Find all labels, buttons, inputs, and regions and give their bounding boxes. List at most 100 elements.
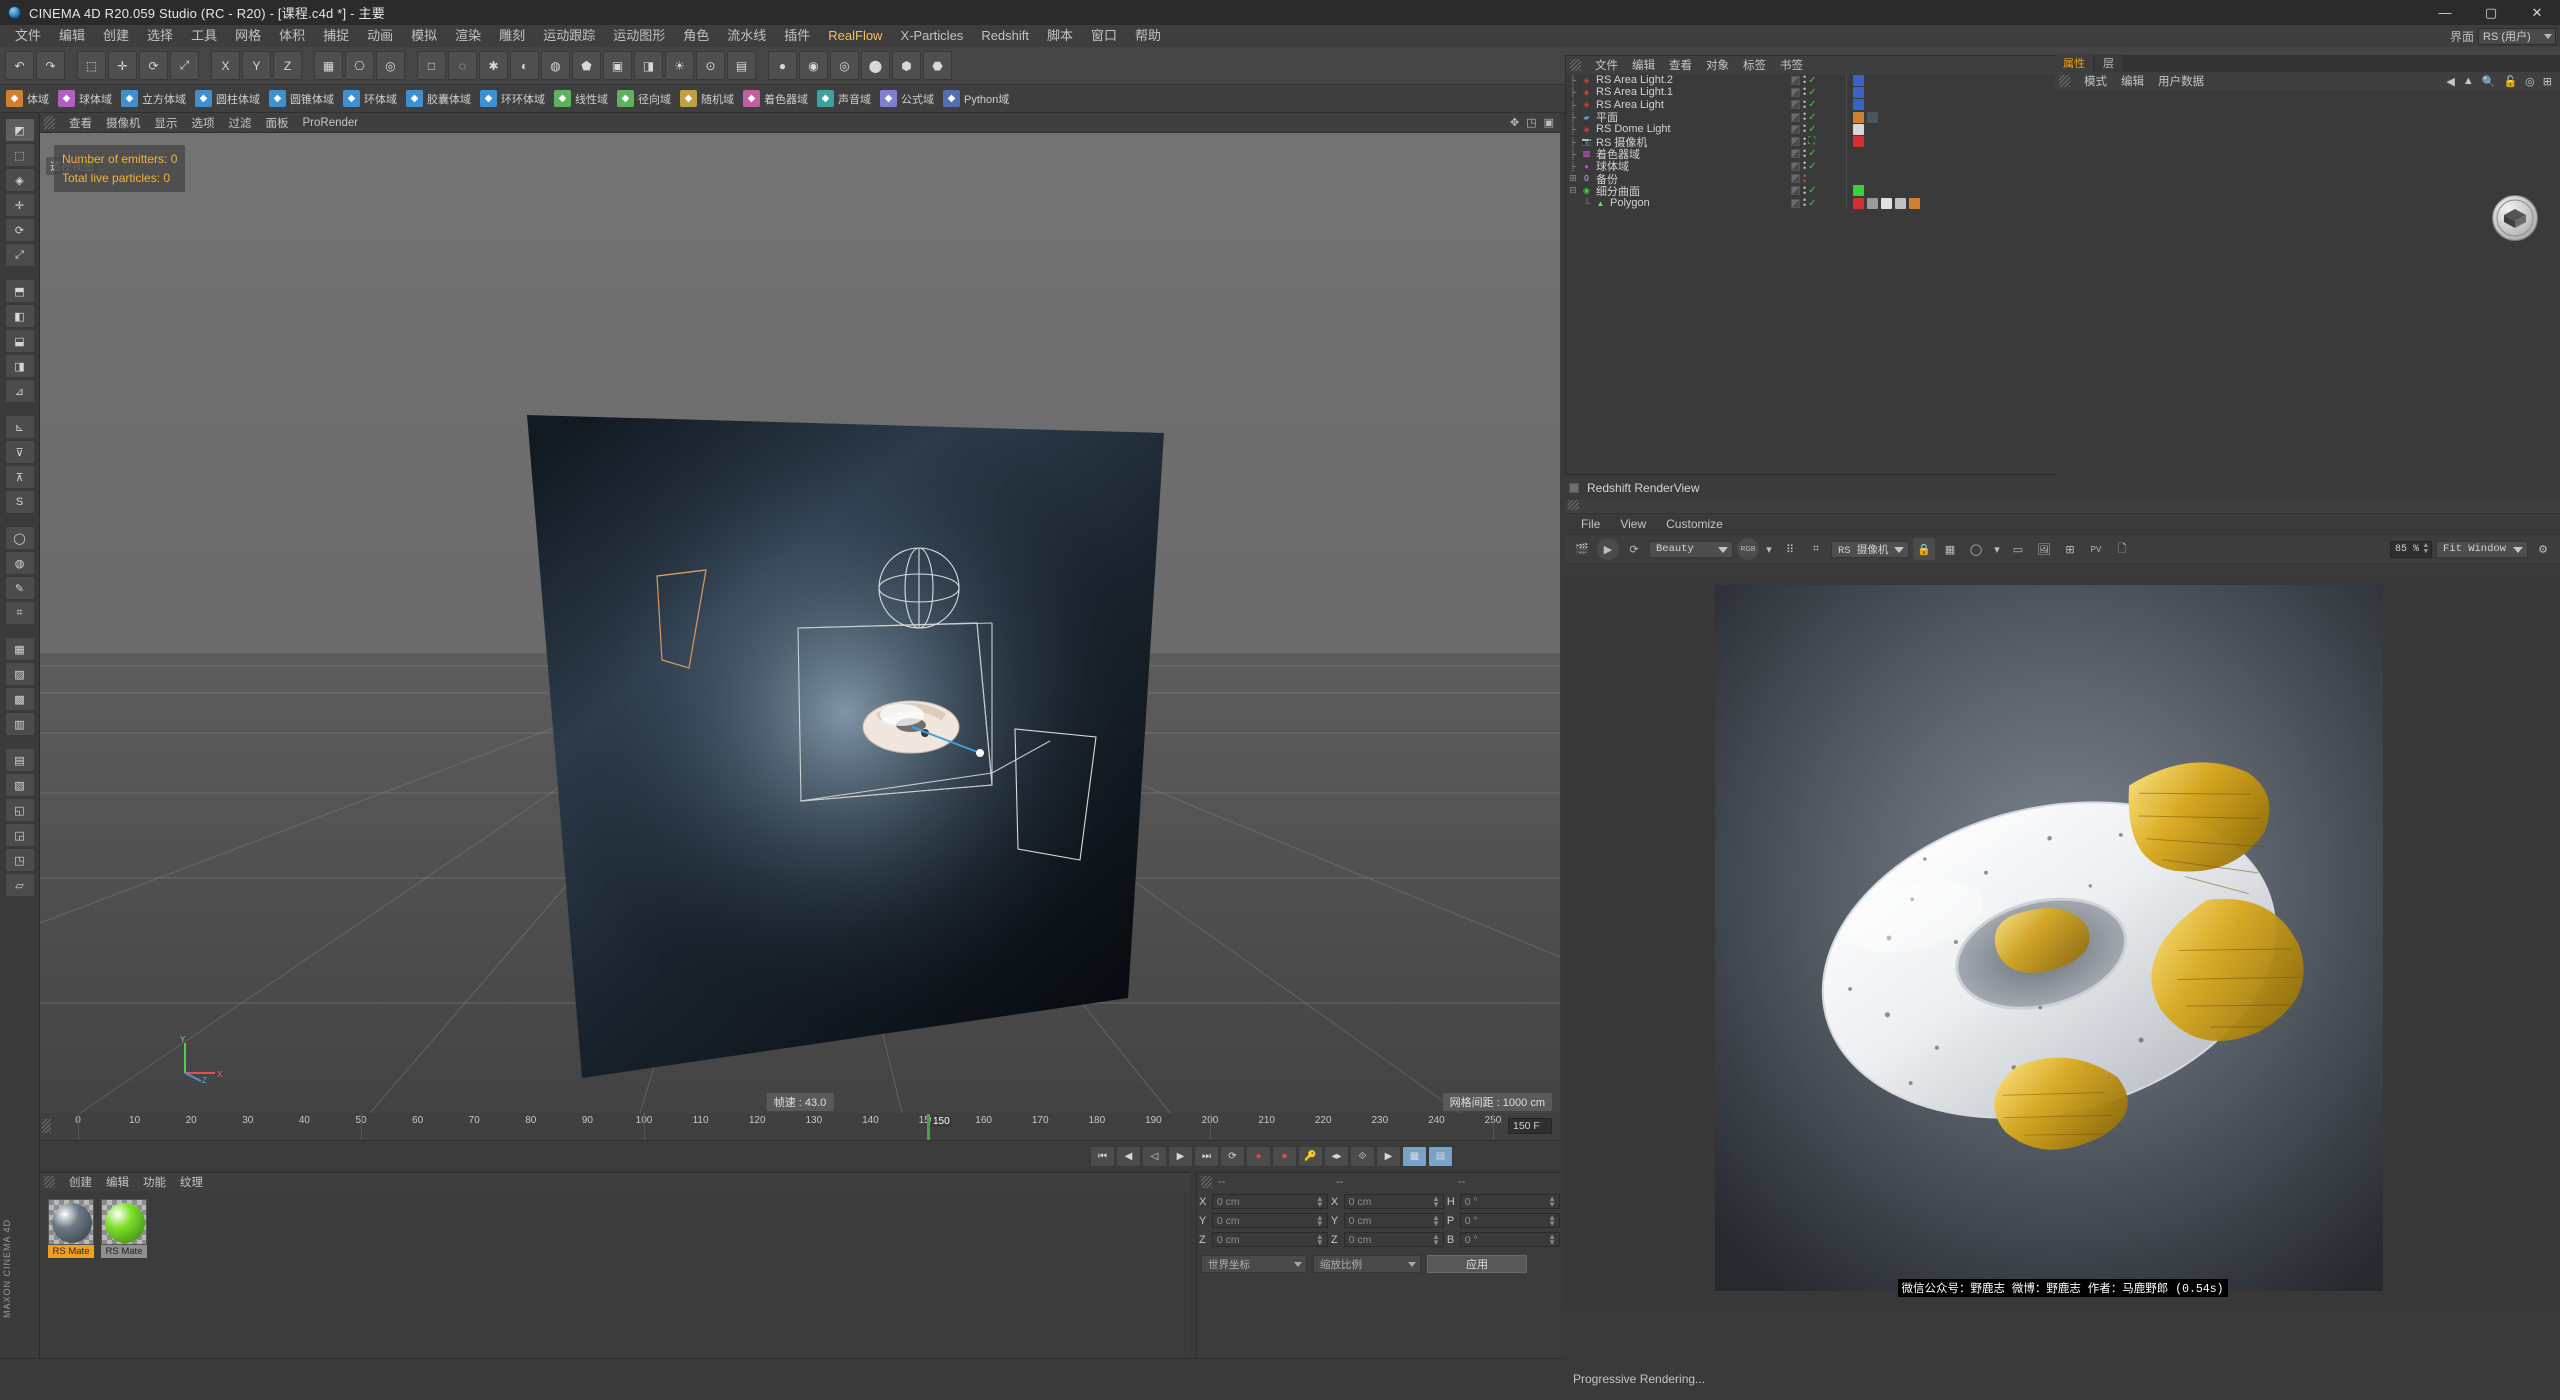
timeline-ruler[interactable]: 0102030405060708090100110120130140150160…: [40, 1113, 1560, 1141]
object-menu-4[interactable]: 标签: [1736, 57, 1773, 73]
tree-toggle-icon[interactable]: ├: [1566, 75, 1580, 85]
square-icon[interactable]: ▭: [2007, 538, 2029, 560]
transport-button-0[interactable]: ⏮: [1090, 1146, 1115, 1167]
transport-button-10[interactable]: ⟐: [1350, 1146, 1375, 1167]
tag-redmat-icon[interactable]: [1853, 198, 1864, 209]
coordinate-input[interactable]: 0 cm▲▼: [1212, 1213, 1328, 1228]
viewport-menu-显示[interactable]: 显示: [148, 115, 185, 131]
field-button-14[interactable]: ◆Python域: [943, 90, 1009, 107]
tool-button-25[interactable]: ◱: [5, 798, 35, 822]
tool-button-8[interactable]: ⬓: [5, 329, 35, 353]
enabled-check-icon[interactable]: ✓: [1808, 198, 1816, 209]
tool-button-20[interactable]: ▨: [5, 662, 35, 686]
attribute-menu-2[interactable]: 用户数据: [2151, 73, 2211, 89]
menu-item-网格[interactable]: 网格: [226, 25, 270, 47]
pv-icon[interactable]: PV: [2085, 538, 2107, 560]
camera-select[interactable]: RS 摄像机: [1831, 541, 1909, 558]
toolbar-button-4-6[interactable]: ▣: [603, 51, 632, 80]
toolbar-button-5-0[interactable]: ●: [768, 51, 797, 80]
transport-button-6[interactable]: ●: [1246, 1146, 1271, 1167]
play-icon[interactable]: ▶: [1597, 538, 1619, 560]
toolbar-button-0-0[interactable]: ↶: [5, 51, 34, 80]
panel-grip-icon[interactable]: [44, 1176, 55, 1188]
object-tags[interactable]: [1853, 112, 1878, 123]
menu-item-文件[interactable]: 文件: [6, 25, 50, 47]
spinner-icon[interactable]: ▲▼: [1316, 1215, 1324, 1227]
coordinate-input[interactable]: 0 °▲▼: [1460, 1232, 1560, 1247]
tool-button-12[interactable]: ⊽: [5, 440, 35, 464]
layer-swatch-icon[interactable]: [1791, 125, 1800, 134]
viewport-single-view-icon[interactable]: ◳: [1526, 116, 1536, 129]
coordinate-system-select[interactable]: 世界坐标: [1201, 1255, 1307, 1273]
tool-button-19[interactable]: ▦: [5, 637, 35, 661]
spinner-icon[interactable]: ▲▼: [1548, 1234, 1556, 1246]
material-grid[interactable]: RS MateRS Mate: [40, 1191, 1190, 1258]
layer-swatch-icon[interactable]: [1791, 162, 1800, 171]
panel-grip-icon[interactable]: [1570, 59, 1581, 71]
object-menu-5[interactable]: 书签: [1773, 57, 1810, 73]
enabled-check-icon[interactable]: ✓: [1808, 185, 1816, 196]
grid-icon[interactable]: ▦: [1939, 538, 1961, 560]
field-button-10[interactable]: ◆随机域: [680, 90, 734, 107]
transport-button-5[interactable]: ⟳: [1220, 1146, 1245, 1167]
tag-hair-icon[interactable]: [1867, 198, 1878, 209]
tag-checker-icon[interactable]: [1881, 198, 1892, 209]
object-tags[interactable]: [1853, 75, 1864, 86]
viewport-maximize-icon[interactable]: ▣: [1544, 116, 1554, 129]
menu-item-模拟[interactable]: 模拟: [402, 25, 446, 47]
menu-item-流水线[interactable]: 流水线: [718, 25, 775, 47]
target-icon[interactable]: ◎: [2525, 75, 2535, 88]
tag-target-icon[interactable]: [1853, 87, 1864, 98]
toolbar-button-5-5[interactable]: ⬣: [923, 51, 952, 80]
coordinate-input[interactable]: 0 °▲▼: [1460, 1213, 1560, 1228]
menu-item-窗口[interactable]: 窗口: [1082, 25, 1126, 47]
renderview-grip-strip[interactable]: [1565, 500, 2560, 514]
tree-toggle-icon[interactable]: ├: [1566, 149, 1580, 159]
renderview-canvas[interactable]: 微信公众号：野鹿志 微博：野鹿志 作者：马鹿野郎 (0.54s): [1565, 576, 2560, 1311]
field-button-8[interactable]: ◆线性域: [554, 90, 608, 107]
tool-button-10[interactable]: ⊿: [5, 379, 35, 403]
copy-icon[interactable]: 🗋: [2111, 538, 2133, 560]
field-button-4[interactable]: ◆圆锥体域: [269, 90, 334, 107]
tree-toggle-icon[interactable]: ⊞: [1566, 173, 1580, 184]
menu-item-编辑[interactable]: 编辑: [50, 25, 94, 47]
field-button-12[interactable]: ◆声音域: [817, 90, 871, 107]
material-thumbnail[interactable]: [101, 1199, 147, 1245]
menu-item-脚本[interactable]: 脚本: [1038, 25, 1082, 47]
tool-button-11[interactable]: ⊾: [5, 415, 35, 439]
back-icon[interactable]: ◀: [2446, 75, 2454, 88]
tool-button-6[interactable]: ⬒: [5, 279, 35, 303]
tool-button-14[interactable]: S: [5, 490, 35, 514]
coordinate-input[interactable]: 0 cm▲▼: [1212, 1232, 1328, 1247]
aov-select[interactable]: Beauty: [1649, 541, 1733, 558]
layer-swatch-icon[interactable]: [1791, 100, 1800, 109]
toolbar-button-4-2[interactable]: ✱: [479, 51, 508, 80]
field-button-5[interactable]: ◆环体域: [343, 90, 397, 107]
plus-icon[interactable]: ⊞: [2543, 75, 2552, 88]
tag-dome-icon[interactable]: [1853, 124, 1864, 135]
transport-button-7[interactable]: ⏺: [1272, 1146, 1297, 1167]
tree-toggle-icon[interactable]: ⊟: [1566, 185, 1580, 196]
visibility-dots-icon[interactable]: ••: [1803, 87, 1805, 97]
tag-rscam-icon[interactable]: [1853, 136, 1864, 147]
layer-swatch-icon[interactable]: [1791, 76, 1800, 85]
close-button[interactable]: ✕: [2514, 0, 2560, 25]
tag-sphere-icon[interactable]: [1867, 112, 1878, 123]
channel-dropdown-icon[interactable]: ▾: [1763, 538, 1775, 560]
spinner-icon[interactable]: ▲▼: [1432, 1215, 1440, 1227]
spinner-icon[interactable]: ▲▼: [2424, 543, 2428, 555]
coordinate-input[interactable]: 0 cm▲▼: [1344, 1213, 1444, 1228]
material-name[interactable]: RS Mate: [101, 1245, 147, 1258]
clapper-icon[interactable]: 🎬: [1571, 538, 1593, 560]
toolbar-button-1-1[interactable]: ✛: [108, 51, 137, 80]
noise-icon[interactable]: ⠿: [1779, 538, 1801, 560]
gear-icon[interactable]: ⚙: [2532, 538, 2554, 560]
tool-button-21[interactable]: ▩: [5, 687, 35, 711]
menu-item-选择[interactable]: 选择: [138, 25, 182, 47]
transport-button-4[interactable]: ⏭: [1194, 1146, 1219, 1167]
toolbar-button-2-0[interactable]: X: [211, 51, 240, 80]
menu-item-角色[interactable]: 角色: [674, 25, 718, 47]
material-menu[interactable]: 创建编辑功能纹理: [40, 1173, 1190, 1191]
object-menu-3[interactable]: 对象: [1699, 57, 1736, 73]
spinner-icon[interactable]: ▲▼: [1548, 1215, 1556, 1227]
